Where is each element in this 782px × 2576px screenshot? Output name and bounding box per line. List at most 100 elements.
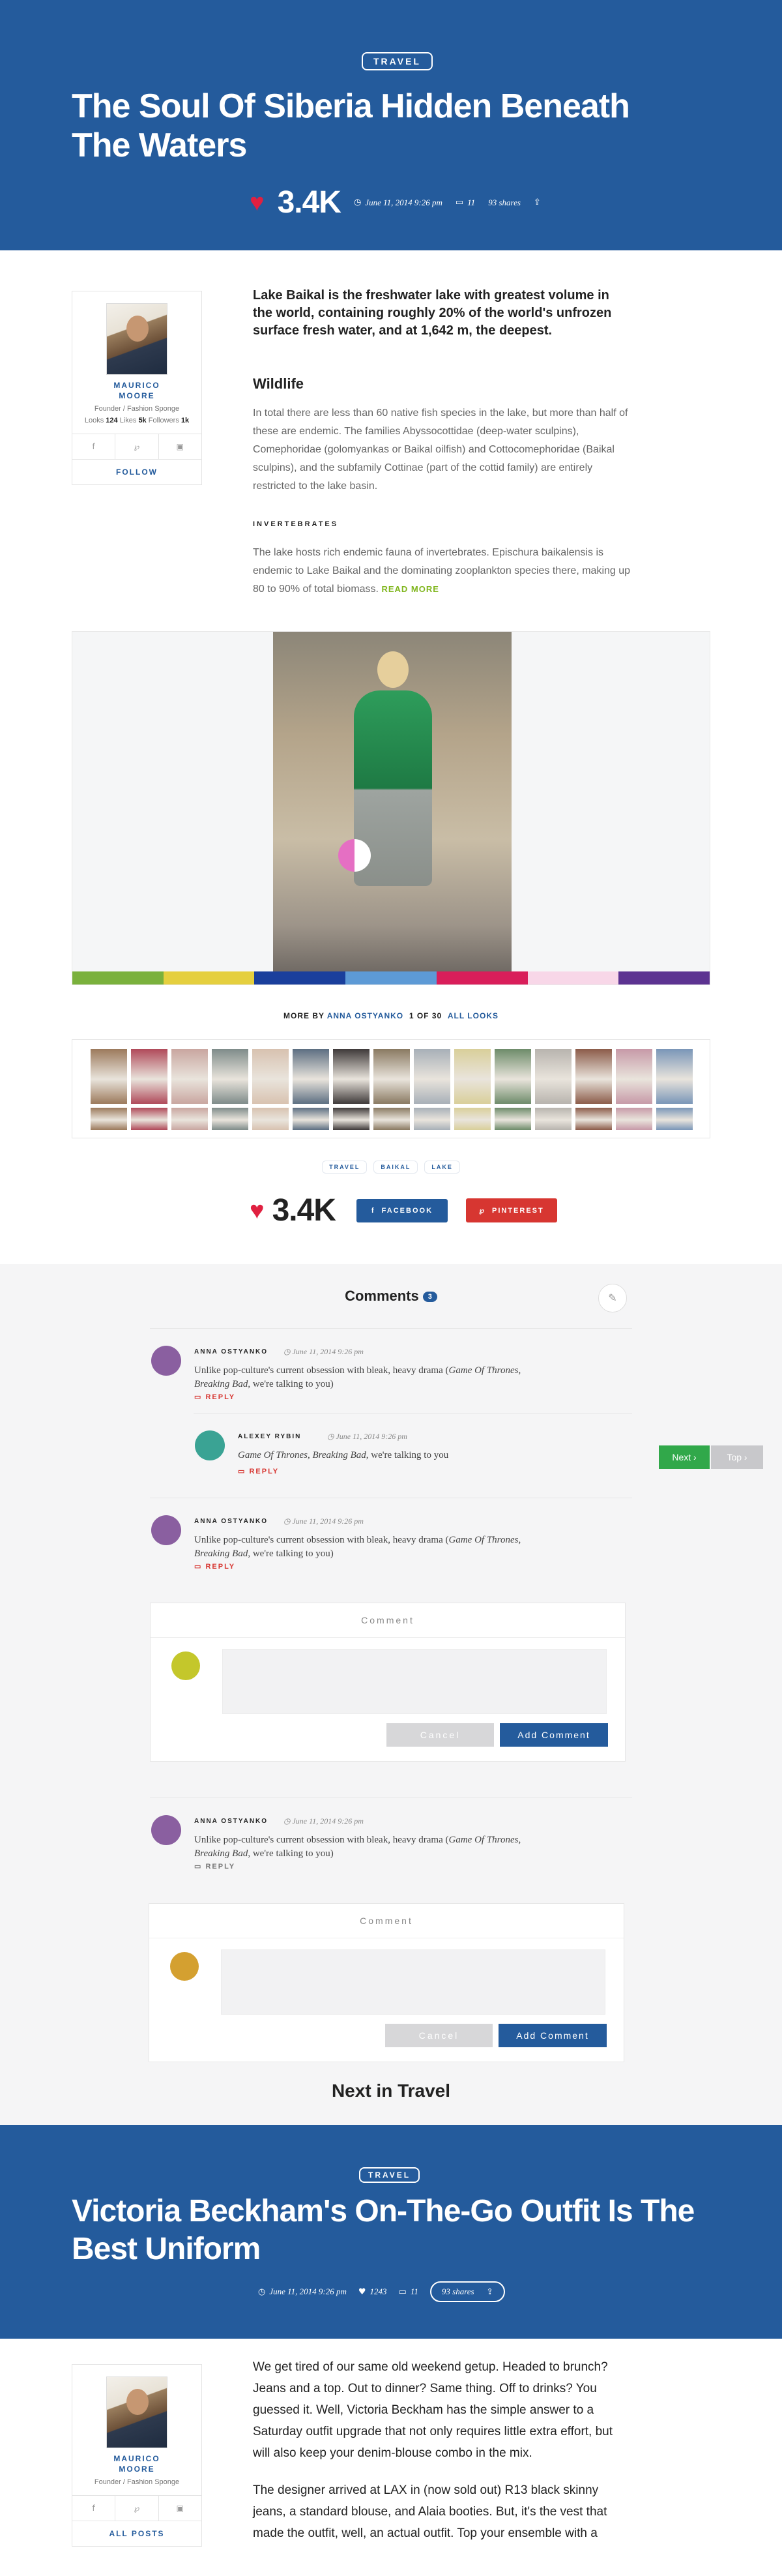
look-thumbnail[interactable] bbox=[575, 1108, 612, 1130]
heart-icon[interactable]: ♥ bbox=[250, 190, 265, 215]
add-comment-button[interactable]: Add Comment bbox=[499, 2024, 607, 2047]
look-thumbnail[interactable] bbox=[252, 1108, 289, 1130]
look-thumbnail[interactable] bbox=[171, 1108, 208, 1130]
look-thumbnail[interactable] bbox=[414, 1049, 450, 1104]
look-thumbnail[interactable] bbox=[171, 1049, 208, 1104]
all-posts-link[interactable]: ALL POSTS bbox=[72, 2521, 201, 2546]
tag-baikal[interactable]: BAIKAL bbox=[373, 1161, 418, 1174]
clock-icon: ◷ bbox=[353, 198, 362, 207]
comment-icon: ▭ bbox=[398, 2287, 407, 2297]
look-thumbnail[interactable] bbox=[535, 1049, 572, 1104]
look-thumbnail[interactable] bbox=[293, 1108, 329, 1130]
facebook-share-button[interactable]: f FACEBOOK bbox=[356, 1198, 448, 1222]
look-thumbnail[interactable] bbox=[495, 1049, 531, 1104]
next-button[interactable]: Next › bbox=[659, 1445, 710, 1469]
comments-link[interactable]: ▭ 11 bbox=[399, 2287, 418, 2297]
reply-link[interactable]: ▭ REPLY bbox=[194, 1393, 235, 1401]
look-thumbnail[interactable] bbox=[454, 1049, 491, 1104]
look-thumbnail[interactable] bbox=[131, 1049, 167, 1104]
look-thumbnail[interactable] bbox=[414, 1108, 450, 1130]
look-thumbnail[interactable] bbox=[616, 1108, 652, 1130]
look-thumbnail[interactable] bbox=[333, 1108, 369, 1130]
palette-swatch[interactable] bbox=[72, 971, 164, 985]
comments-link[interactable]: ▭ 11 bbox=[456, 198, 475, 208]
commenter-avatar[interactable] bbox=[151, 1515, 181, 1545]
pinterest-icon[interactable]: ℘ bbox=[115, 2496, 159, 2521]
color-palette bbox=[72, 971, 710, 985]
pinterest-icon[interactable]: ℘ bbox=[115, 434, 159, 459]
share-icon[interactable]: ⇪ bbox=[534, 198, 541, 207]
share-button[interactable]: 93 shares ⇪ bbox=[429, 2281, 506, 2302]
all-looks-link[interactable]: ALL LOOKS bbox=[448, 1011, 499, 1020]
reply-link[interactable]: ▭ REPLY bbox=[194, 1862, 235, 1871]
facebook-icon[interactable]: f bbox=[72, 2496, 116, 2521]
look-thumbnail[interactable] bbox=[333, 1049, 369, 1104]
look-thumbnail[interactable] bbox=[91, 1108, 127, 1130]
look-thumbnail[interactable] bbox=[656, 1049, 693, 1104]
look-thumbnail[interactable] bbox=[575, 1049, 612, 1104]
category-tag[interactable]: TRAVEL bbox=[362, 52, 433, 70]
more-author-link[interactable]: ANNA OSTYANKO bbox=[327, 1011, 403, 1020]
author-avatar[interactable] bbox=[106, 303, 167, 375]
instagram-icon[interactable]: ▣ bbox=[159, 2496, 201, 2521]
comment-form: Comment Cancel Add Comment bbox=[149, 1903, 624, 2062]
read-more-link[interactable]: READ MORE bbox=[381, 584, 439, 594]
commenter-name[interactable]: ANNA OSTYANKO bbox=[194, 1818, 268, 1825]
edit-icon[interactable]: ✎ bbox=[598, 1284, 627, 1312]
look-thumbnail[interactable] bbox=[373, 1049, 410, 1104]
palette-swatch[interactable] bbox=[163, 971, 255, 985]
author-name[interactable]: MAURICO MOORE bbox=[72, 380, 201, 401]
look-thumbnail[interactable] bbox=[131, 1108, 167, 1130]
top-button[interactable]: Top › bbox=[711, 1445, 763, 1469]
comment-textarea[interactable] bbox=[222, 1649, 607, 1714]
follow-button[interactable]: FOLLOW bbox=[72, 459, 201, 484]
commenter-avatar[interactable] bbox=[151, 1346, 181, 1376]
comment-textarea[interactable] bbox=[221, 1949, 605, 2015]
facebook-icon[interactable]: f bbox=[72, 434, 116, 459]
author-avatar[interactable] bbox=[106, 2376, 167, 2448]
palette-swatch[interactable] bbox=[254, 971, 346, 985]
comment-text: Unlike pop-culture's current obsession w… bbox=[194, 1535, 521, 1559]
commenter-name[interactable]: ANNA OSTYANKO bbox=[194, 1348, 268, 1355]
sub-text: The lake hosts rich endemic fauna of inv… bbox=[253, 547, 631, 595]
look-thumbnail[interactable] bbox=[616, 1049, 652, 1104]
tag-lake[interactable]: LAKE bbox=[424, 1161, 460, 1174]
look-thumbnail[interactable] bbox=[454, 1108, 491, 1130]
look-thumbnail[interactable] bbox=[656, 1108, 693, 1130]
thumbnail-strip bbox=[72, 1039, 710, 1138]
palette-swatch[interactable] bbox=[618, 971, 710, 985]
look-thumbnail[interactable] bbox=[212, 1049, 248, 1104]
commenter-avatar[interactable] bbox=[151, 1815, 181, 1845]
add-comment-button[interactable]: Add Comment bbox=[500, 1723, 608, 1747]
tag-travel[interactable]: TRAVEL bbox=[322, 1161, 368, 1174]
heart-icon[interactable]: ♥ bbox=[250, 1198, 265, 1223]
section-title: Wildlife bbox=[253, 376, 304, 392]
palette-swatch[interactable] bbox=[436, 971, 528, 985]
instagram-icon[interactable]: ▣ bbox=[159, 434, 201, 459]
author-name[interactable]: MAURICO MOORE bbox=[72, 2453, 201, 2474]
commenter-name[interactable]: ALEXEY RYBIN bbox=[238, 1433, 301, 1440]
look-thumbnail[interactable] bbox=[91, 1049, 127, 1104]
next-article-title[interactable]: Victoria Beckham's On-The-Go Outfit Is T… bbox=[72, 2193, 723, 2268]
comment-form: Comment Cancel Add Comment bbox=[150, 1603, 626, 1762]
look-thumbnail[interactable] bbox=[212, 1108, 248, 1130]
look-thumbnail[interactable] bbox=[293, 1049, 329, 1104]
look-thumbnail[interactable] bbox=[495, 1108, 531, 1130]
look-photo[interactable] bbox=[273, 632, 512, 977]
cancel-button[interactable]: Cancel bbox=[385, 2024, 493, 2047]
next-article-body: We get tired of our same old weekend get… bbox=[253, 2356, 631, 2544]
reply-link[interactable]: ▭ REPLY bbox=[194, 1562, 235, 1571]
commenter-name[interactable]: ANNA OSTYANKO bbox=[194, 1518, 268, 1525]
palette-swatch[interactable] bbox=[345, 971, 437, 985]
look-thumbnail[interactable] bbox=[373, 1108, 410, 1130]
cancel-button[interactable]: Cancel bbox=[386, 1723, 494, 1747]
look-thumbnail[interactable] bbox=[535, 1108, 572, 1130]
palette-swatch[interactable] bbox=[527, 971, 619, 985]
look-thumbnail[interactable] bbox=[252, 1049, 289, 1104]
tag-list: TRAVEL BAIKAL LAKE bbox=[0, 1161, 782, 1174]
reply-link[interactable]: ▭ REPLY bbox=[238, 1467, 279, 1475]
likes-count[interactable]: ♥ 1243 bbox=[358, 2287, 387, 2297]
category-tag[interactable]: TRAVEL bbox=[359, 2167, 420, 2183]
commenter-avatar[interactable] bbox=[195, 1430, 225, 1460]
pinterest-share-button[interactable]: ℘ PINTEREST bbox=[465, 1198, 557, 1222]
